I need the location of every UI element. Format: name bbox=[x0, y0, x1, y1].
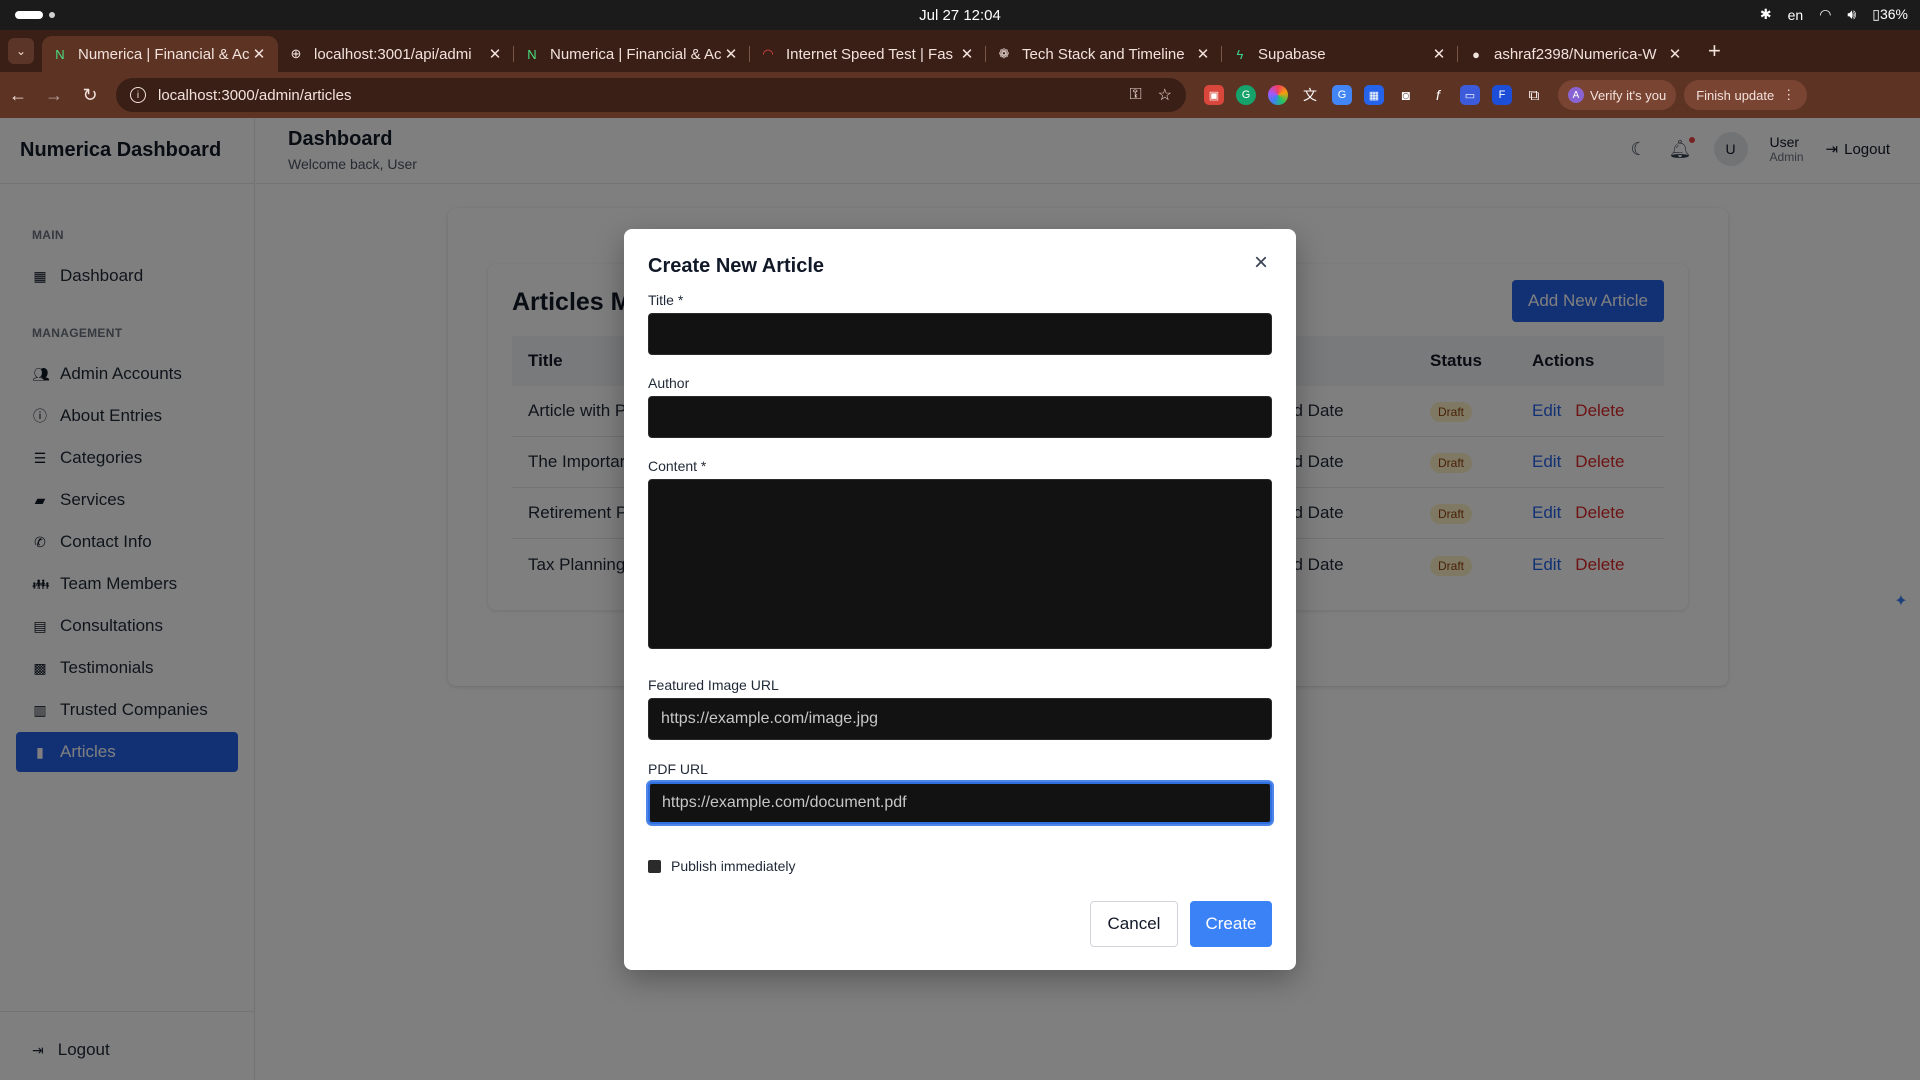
create-article-modal: Create New Article × Title * Author Cont… bbox=[624, 229, 1296, 970]
kebab-menu-icon: ⋮ bbox=[1782, 87, 1796, 102]
supabase-icon: ϟ bbox=[1236, 46, 1244, 62]
new-tab-button[interactable]: + bbox=[1708, 38, 1721, 64]
browser-tab-strip: ⌄ N Numerica | Financial & Ac ✕ ⊕ localh… bbox=[0, 30, 1920, 72]
address-bar[interactable]: i localhost:3000/admin/articles ⚿ ☆ bbox=[116, 78, 1186, 112]
browser-tab[interactable]: ϟ Supabase ✕ bbox=[1222, 36, 1458, 72]
puzzle-icon[interactable]: ⧉ bbox=[1524, 85, 1544, 105]
close-tab-icon[interactable]: ✕ bbox=[250, 45, 268, 63]
browser-tab[interactable]: ● ashraf2398/Numerica-W ✕ bbox=[1458, 36, 1694, 72]
browser-tab[interactable]: N Numerica | Financial & Ac ✕ bbox=[514, 36, 750, 72]
finish-update-button[interactable]: Finish update ⋮ bbox=[1684, 80, 1808, 110]
grammarly-icon[interactable]: G bbox=[1236, 85, 1256, 105]
bookmark-star-icon[interactable]: ☆ bbox=[1158, 85, 1172, 105]
extensions-bar: ▣ G 文 G ▦ ◙ f ▭ F ⧉ bbox=[1204, 85, 1544, 105]
wifi-icon[interactable]: ◠ bbox=[1819, 6, 1831, 23]
site-info-icon[interactable]: i bbox=[130, 87, 146, 103]
close-icon[interactable]: × bbox=[1250, 251, 1272, 275]
tab-title: Tech Stack and Timeline bbox=[1022, 45, 1185, 63]
pdf-url-input[interactable] bbox=[648, 782, 1272, 824]
battery-icon: ▯ bbox=[1872, 6, 1880, 22]
publish-checkbox-row[interactable]: Publish immediately bbox=[648, 858, 796, 874]
back-arrow-icon[interactable]: ← bbox=[0, 85, 36, 106]
admin-app: Numerica Dashboard MAIN ▦ Dashboard MANA… bbox=[0, 118, 1920, 1080]
author-input[interactable] bbox=[648, 396, 1272, 438]
author-label: Author bbox=[648, 375, 690, 391]
battery-percent: 36% bbox=[1879, 6, 1908, 22]
camera-icon[interactable]: ◙ bbox=[1396, 85, 1416, 105]
modal-title: Create New Article bbox=[648, 255, 824, 277]
chevron-down-icon: ⌄ bbox=[15, 44, 27, 58]
tab-title: Internet Speed Test | Fas bbox=[786, 45, 954, 63]
openai-icon: ❁ bbox=[998, 46, 1010, 61]
numerica-icon: N bbox=[55, 46, 65, 62]
speedometer-icon: ◠ bbox=[762, 46, 774, 61]
tab-title: ashraf2398/Numerica-W bbox=[1494, 45, 1657, 63]
verify-label: Verify it's you bbox=[1590, 87, 1667, 103]
featured-image-url-input[interactable] bbox=[648, 698, 1272, 740]
extension-red-icon[interactable]: ▣ bbox=[1204, 85, 1224, 105]
volume-icon[interactable]: 🔊︎ bbox=[1847, 6, 1856, 23]
close-tab-icon[interactable]: ✕ bbox=[1430, 45, 1448, 63]
globe-icon: ⊕ bbox=[290, 46, 302, 61]
browser-tab[interactable]: ⊕ localhost:3001/api/admi ✕ bbox=[278, 36, 514, 72]
tab-title: Numerica | Financial & Ac bbox=[550, 45, 722, 63]
close-tab-icon[interactable]: ✕ bbox=[1666, 45, 1684, 63]
browser-toolbar: ← → ↻ i localhost:3000/admin/articles ⚿ … bbox=[0, 72, 1920, 118]
google-translate-icon[interactable]: G bbox=[1332, 85, 1352, 105]
reload-icon[interactable]: ↻ bbox=[72, 85, 108, 106]
close-tab-icon[interactable]: ✕ bbox=[958, 45, 976, 63]
cancel-button[interactable]: Cancel bbox=[1090, 901, 1178, 947]
pdf-url-label: PDF URL bbox=[648, 761, 708, 777]
close-tab-icon[interactable]: ✕ bbox=[722, 45, 740, 63]
system-tray[interactable]: ✱ en ◠ 🔊︎ ▯36% bbox=[1760, 6, 1908, 23]
title-input[interactable] bbox=[648, 313, 1272, 355]
tab-title: Supabase bbox=[1258, 45, 1326, 63]
password-key-icon[interactable]: ⚿ bbox=[1129, 86, 1141, 104]
extension-f-icon[interactable]: F bbox=[1492, 85, 1512, 105]
browser-tab[interactable]: N Numerica | Financial & Ac ✕ bbox=[42, 36, 278, 72]
finish-update-label: Finish update bbox=[1696, 87, 1775, 103]
language-indicator[interactable]: en bbox=[1788, 7, 1804, 23]
numerica-icon: N bbox=[527, 46, 537, 62]
content-textarea[interactable] bbox=[648, 479, 1272, 649]
tab-search-button[interactable]: ⌄ bbox=[8, 38, 34, 64]
browser-tab[interactable]: ◠ Internet Speed Test | Fas ✕ bbox=[750, 36, 986, 72]
close-tab-icon[interactable]: ✕ bbox=[1194, 45, 1212, 63]
title-label: Title * bbox=[648, 292, 684, 308]
browser-tab[interactable]: ❁ Tech Stack and Timeline ✕ bbox=[986, 36, 1222, 72]
screen-icon[interactable]: ▭ bbox=[1460, 85, 1480, 105]
content-label: Content * bbox=[648, 458, 707, 474]
github-icon: ● bbox=[1472, 46, 1480, 62]
battery-indicator[interactable]: ▯36% bbox=[1872, 6, 1908, 23]
clock[interactable]: Jul 27 12:04 bbox=[0, 7, 1920, 24]
translate-icon[interactable]: 文 bbox=[1300, 85, 1320, 105]
publish-label: Publish immediately bbox=[671, 858, 796, 874]
tab-title: Numerica | Financial & Ac bbox=[78, 45, 250, 63]
color-picker-icon[interactable] bbox=[1268, 85, 1288, 105]
formula-icon[interactable]: f bbox=[1428, 85, 1448, 105]
verify-profile-button[interactable]: A Verify it's you bbox=[1558, 80, 1677, 110]
tab-manager-icon[interactable]: ▦ bbox=[1364, 85, 1384, 105]
profile-avatar: A bbox=[1568, 87, 1584, 103]
os-top-bar: Jul 27 12:04 ✱ en ◠ 🔊︎ ▯36% bbox=[0, 0, 1920, 30]
publish-checkbox[interactable] bbox=[648, 859, 661, 873]
url-text[interactable]: localhost:3000/admin/articles bbox=[158, 87, 1113, 104]
create-button[interactable]: Create bbox=[1190, 901, 1272, 947]
tab-title: localhost:3001/api/admi bbox=[314, 45, 472, 63]
featured-image-label: Featured Image URL bbox=[648, 677, 779, 693]
slack-icon[interactable]: ✱ bbox=[1760, 6, 1772, 23]
close-tab-icon[interactable]: ✕ bbox=[486, 45, 504, 63]
forward-arrow-icon[interactable]: → bbox=[36, 85, 72, 106]
